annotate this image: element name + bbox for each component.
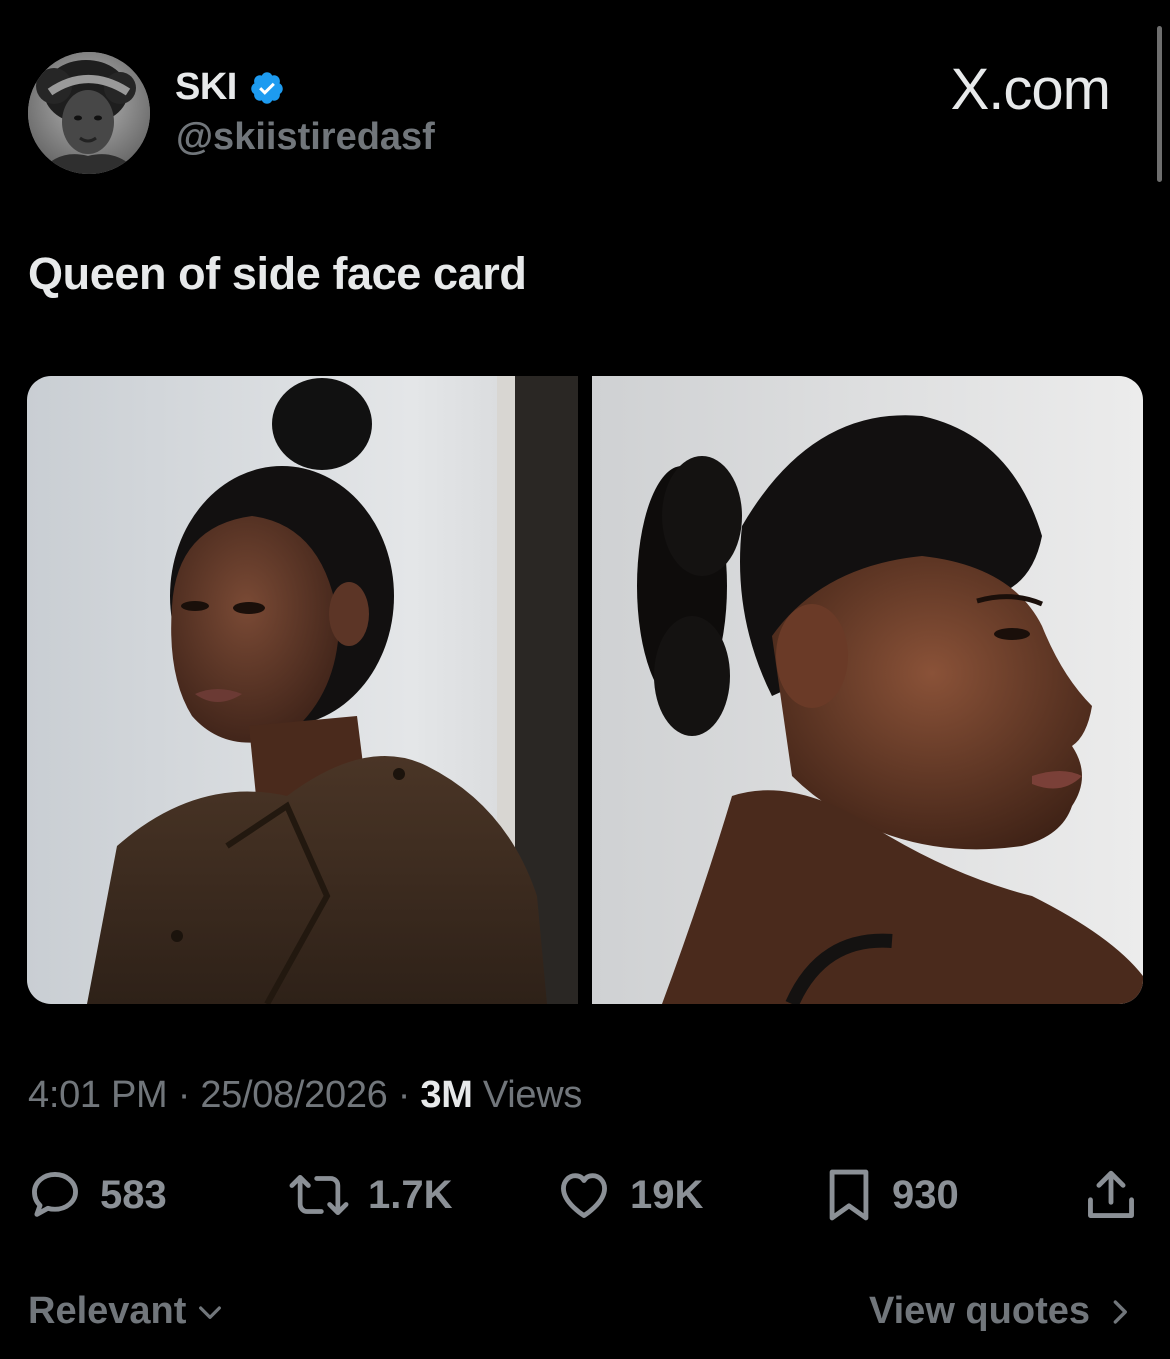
heart-icon xyxy=(561,1173,607,1218)
share-button[interactable] xyxy=(1082,1166,1140,1224)
avatar[interactable] xyxy=(28,52,150,174)
photo-portrait-right xyxy=(592,376,1143,1004)
like-button[interactable]: 19K xyxy=(554,1166,703,1224)
view-quotes-label: View quotes xyxy=(868,1290,1090,1332)
brand-watermark: X.com xyxy=(950,57,1111,122)
views-label[interactable]: Views xyxy=(483,1074,582,1116)
reply-button[interactable]: 583 xyxy=(26,1166,167,1224)
tweet-time: 4:01 PM xyxy=(28,1074,168,1116)
author-name[interactable]: SKI xyxy=(175,66,237,109)
author-handle[interactable]: @skiistiredasf xyxy=(176,116,435,159)
bookmark-button[interactable]: 930 xyxy=(822,1166,959,1224)
meta-separator-2: · xyxy=(397,1074,411,1116)
bookmark-count: 930 xyxy=(892,1172,959,1217)
action-bar: 583 1.7K 19K 930 xyxy=(26,1166,1144,1226)
like-count: 19K xyxy=(630,1172,704,1217)
repost-button[interactable]: 1.7K xyxy=(286,1166,453,1224)
bookmark-icon xyxy=(829,1169,869,1221)
sort-replies-dropdown[interactable]: Relevant xyxy=(28,1290,226,1333)
share-upload-icon xyxy=(1088,1170,1134,1218)
views-count[interactable]: 3M xyxy=(420,1074,473,1116)
chevron-right-icon xyxy=(1113,1299,1127,1324)
media-photo-left[interactable] xyxy=(27,376,578,1004)
repost-count: 1.7K xyxy=(368,1172,453,1217)
verified-badge-icon xyxy=(251,71,283,104)
tweet-meta: 4:01 PM · 25/08/2026 · 3M Views xyxy=(28,1074,582,1117)
chevron-down-icon xyxy=(199,1305,222,1319)
repost-arrows-icon xyxy=(289,1174,349,1216)
speech-bubble-icon xyxy=(32,1172,78,1217)
avatar-image xyxy=(28,52,150,174)
scroll-indicator[interactable] xyxy=(1157,26,1162,182)
author-name-row[interactable]: SKI xyxy=(175,66,285,109)
reply-count: 583 xyxy=(100,1172,167,1217)
photo-portrait-left xyxy=(27,376,578,1004)
view-quotes-link[interactable]: View quotes xyxy=(869,1290,1134,1333)
meta-separator: · xyxy=(177,1074,191,1116)
tweet-date: 25/08/2026 xyxy=(200,1074,388,1116)
sort-label: Relevant xyxy=(28,1290,187,1332)
media-grid xyxy=(27,376,1143,1004)
tweet-text: Queen of side face card xyxy=(28,248,527,299)
media-photo-right[interactable] xyxy=(592,376,1143,1004)
